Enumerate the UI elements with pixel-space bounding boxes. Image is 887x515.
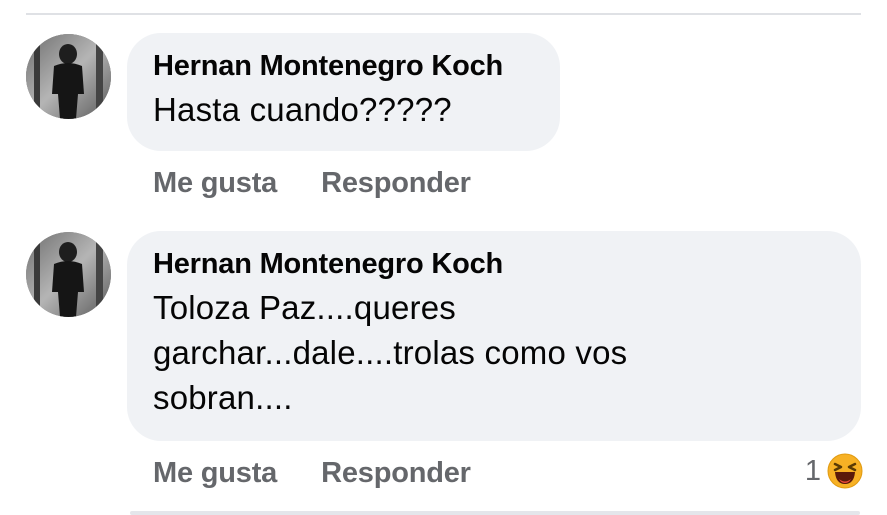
profile-photo-icon <box>26 232 111 317</box>
comment-actions: Me gusta Responder <box>153 457 471 490</box>
comment-text-line: Toloza Paz....queres <box>153 289 456 326</box>
like-button[interactable]: Me gusta <box>153 457 277 490</box>
reply-button[interactable]: Responder <box>321 167 471 200</box>
divider <box>26 13 861 15</box>
comment-text-line: sobran.... <box>153 379 293 416</box>
avatar[interactable] <box>26 34 111 119</box>
comment-text-line: garchar...dale....trolas como vos <box>153 334 628 371</box>
haha-emoji-icon <box>827 453 863 489</box>
like-button[interactable]: Me gusta <box>153 167 277 200</box>
comment-author[interactable]: Hernan Montenegro Koch <box>153 49 534 83</box>
profile-photo-icon <box>26 34 111 119</box>
comments-thread: Hernan Montenegro Koch Hasta cuando?????… <box>0 0 887 515</box>
comment-bubble: Hernan Montenegro Koch Toloza Paz....que… <box>127 231 861 441</box>
comment-text: Toloza Paz....queres garchar...dale....t… <box>153 285 835 420</box>
divider <box>130 511 860 515</box>
reactions-summary[interactable]: 1 <box>805 453 863 489</box>
comment-text: Hasta cuando????? <box>153 91 452 128</box>
comment-author[interactable]: Hernan Montenegro Koch <box>153 247 835 281</box>
reply-button[interactable]: Responder <box>321 457 471 490</box>
avatar[interactable] <box>26 232 111 317</box>
comment-actions: Me gusta Responder <box>153 167 471 200</box>
comment-bubble: Hernan Montenegro Koch Hasta cuando????? <box>127 33 560 151</box>
reaction-count: 1 <box>804 454 821 487</box>
